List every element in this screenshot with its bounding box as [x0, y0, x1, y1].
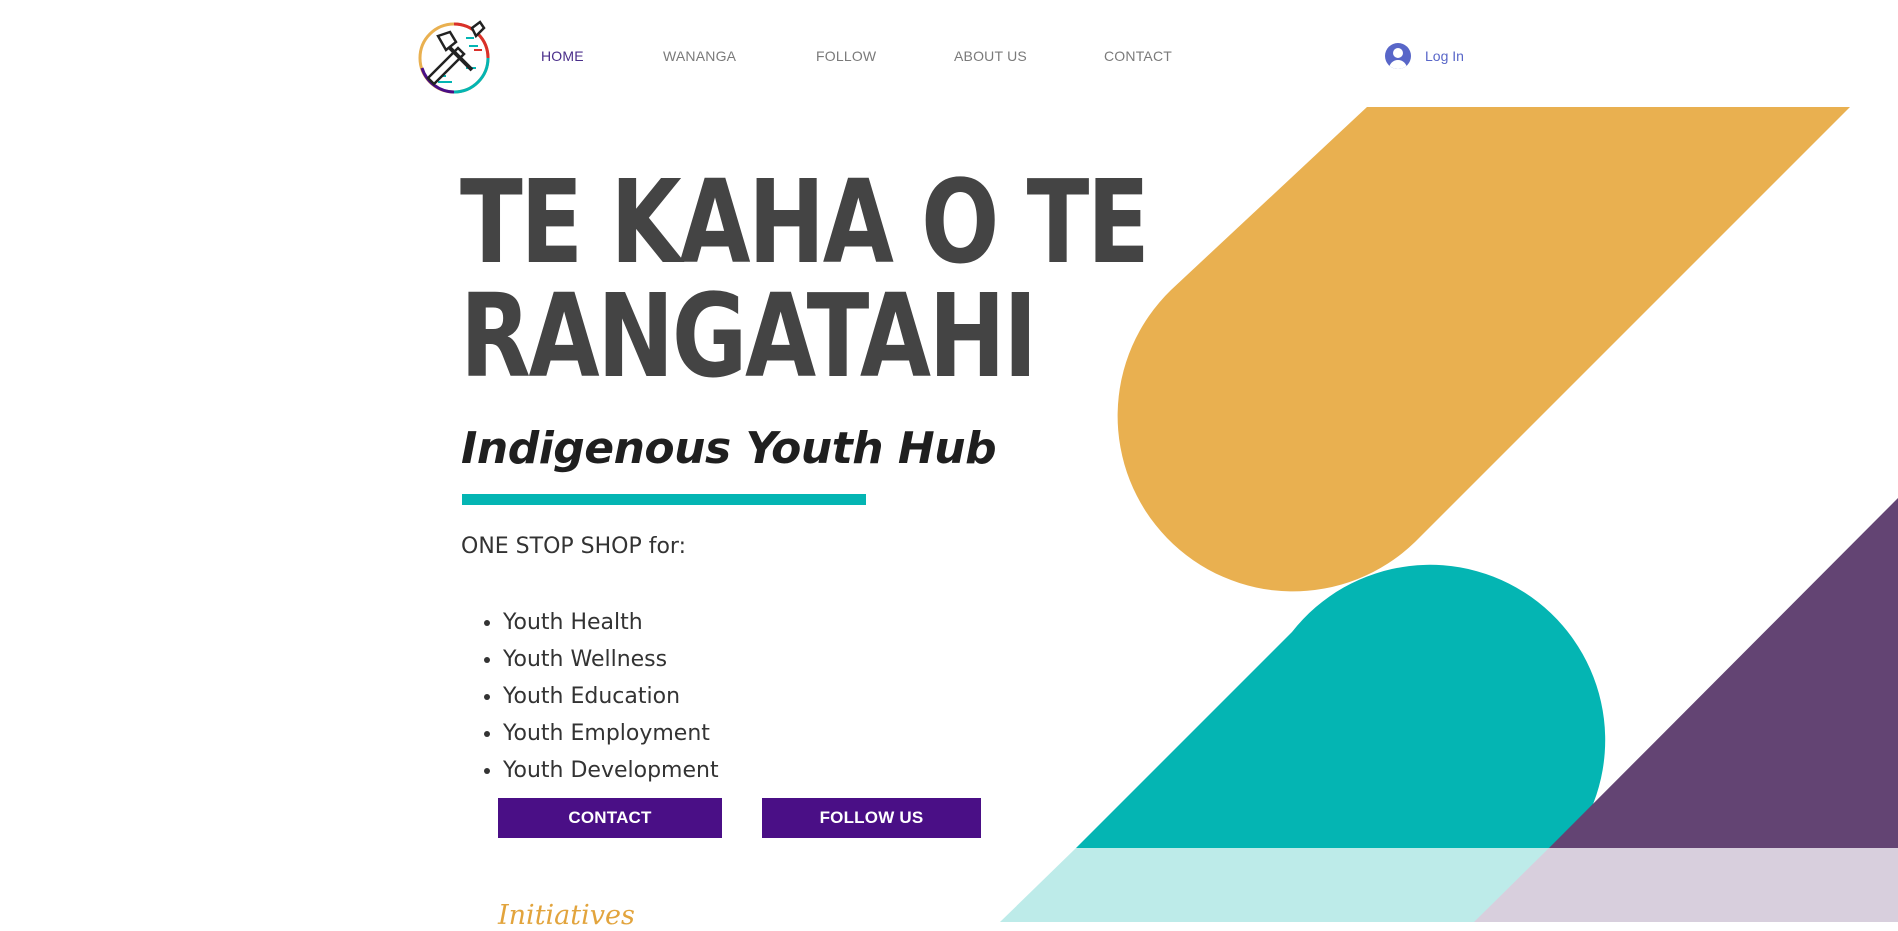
nav-home[interactable]: HOME [541, 48, 584, 64]
login-button[interactable]: Log In [1385, 40, 1464, 72]
follow-us-button[interactable]: FOLLOW US [762, 798, 981, 838]
gold-shape [1117, 107, 1850, 592]
nav-follow[interactable]: FOLLOW [816, 48, 876, 64]
nav-contact[interactable]: CONTACT [1104, 48, 1172, 64]
teal-divider [462, 494, 866, 505]
initiatives-heading: Initiatives [498, 900, 635, 931]
login-label: Log In [1425, 48, 1464, 64]
teal-shape [1076, 564, 1606, 848]
list-item: Youth Employment [503, 715, 719, 752]
hero-title: TE KAHA O TE RANGATAHI [460, 156, 1150, 404]
intro-text: ONE STOP SHOP for: [461, 534, 687, 559]
list-item: Youth Wellness [503, 641, 719, 678]
hero-title-line-1: TE KAHA O TE [460, 156, 1150, 290]
list-item: Youth Health [503, 604, 719, 641]
logo-icon[interactable] [414, 16, 494, 96]
hero-title-line-2: RANGATAHI [460, 270, 1037, 404]
hero-subtitle: Indigenous Youth Hub [461, 423, 997, 474]
list-item: Youth Development [503, 752, 719, 789]
contact-button[interactable]: CONTACT [498, 798, 722, 838]
list-item: Youth Education [503, 678, 719, 715]
site-header: HOME WANANGA FOLLOW ABOUT US CONTACT Log… [0, 0, 1898, 106]
plum-triangle [1549, 498, 1898, 848]
services-list: Youth Health Youth Wellness Youth Educat… [461, 604, 719, 789]
nav-wananga[interactable]: WANANGA [663, 48, 736, 64]
user-avatar-icon [1385, 43, 1411, 69]
nav-about-us[interactable]: ABOUT US [954, 48, 1027, 64]
light-teal-band [1000, 848, 1568, 922]
